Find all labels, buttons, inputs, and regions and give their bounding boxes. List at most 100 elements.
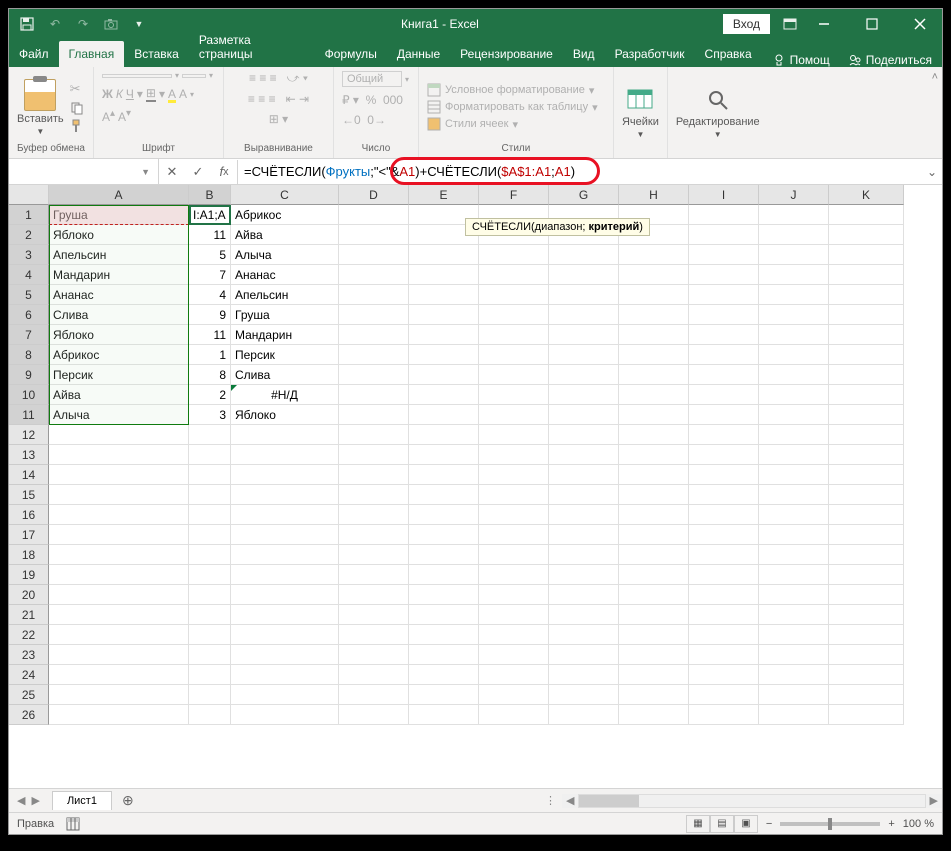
cell[interactable] <box>189 445 231 465</box>
row-header-14[interactable]: 14 <box>9 465 49 485</box>
cell[interactable] <box>409 385 479 405</box>
cell[interactable] <box>549 645 619 665</box>
cell[interactable] <box>339 705 409 725</box>
cell[interactable] <box>619 385 689 405</box>
cell[interactable]: 5 <box>189 245 231 265</box>
cell[interactable] <box>49 505 189 525</box>
cell[interactable]: Алыча <box>231 245 339 265</box>
row-header-3[interactable]: 3 <box>9 245 49 265</box>
macro-recorder-icon[interactable] <box>66 817 80 831</box>
tab-developer[interactable]: Разработчик <box>605 41 695 67</box>
cell[interactable] <box>231 585 339 605</box>
cell[interactable] <box>619 605 689 625</box>
cell[interactable] <box>231 565 339 585</box>
cell[interactable] <box>549 345 619 365</box>
cell[interactable] <box>479 265 549 285</box>
cell[interactable] <box>339 345 409 365</box>
cell[interactable]: #Н/Д <box>231 385 339 405</box>
cell[interactable] <box>619 465 689 485</box>
cell[interactable] <box>759 665 829 685</box>
cell[interactable] <box>479 385 549 405</box>
cell[interactable] <box>759 285 829 305</box>
cell[interactable]: 8 <box>189 365 231 385</box>
cell[interactable] <box>619 685 689 705</box>
column-headers[interactable]: ABCDEFGHIJK <box>49 185 904 205</box>
view-page-break-icon[interactable]: ▣ <box>734 815 758 833</box>
cell[interactable] <box>619 445 689 465</box>
cell[interactable] <box>409 485 479 505</box>
column-header-A[interactable]: A <box>49 185 189 205</box>
cell[interactable] <box>49 465 189 485</box>
cell[interactable] <box>339 425 409 445</box>
cell[interactable] <box>829 625 904 645</box>
cell[interactable] <box>689 485 759 505</box>
row-header-15[interactable]: 15 <box>9 485 49 505</box>
cell[interactable] <box>549 505 619 525</box>
cell[interactable] <box>479 285 549 305</box>
cell[interactable] <box>689 225 759 245</box>
row-header-6[interactable]: 6 <box>9 305 49 325</box>
cell[interactable] <box>549 385 619 405</box>
cell[interactable] <box>759 645 829 665</box>
cell[interactable] <box>409 425 479 445</box>
cell[interactable] <box>689 705 759 725</box>
cell[interactable] <box>409 345 479 365</box>
collapse-ribbon-icon[interactable]: ˄ <box>928 67 942 158</box>
cell[interactable] <box>231 605 339 625</box>
cell[interactable] <box>49 665 189 685</box>
cell[interactable] <box>549 485 619 505</box>
cell[interactable] <box>549 565 619 585</box>
cell[interactable]: I:A1;A <box>189 205 231 225</box>
cell[interactable] <box>829 285 904 305</box>
cell[interactable] <box>689 305 759 325</box>
row-header-8[interactable]: 8 <box>9 345 49 365</box>
view-normal-icon[interactable]: ▦ <box>686 815 710 833</box>
cell[interactable] <box>549 545 619 565</box>
cell[interactable] <box>409 445 479 465</box>
cell[interactable] <box>479 325 549 345</box>
cell[interactable]: 2 <box>189 385 231 405</box>
cell[interactable] <box>759 485 829 505</box>
cell[interactable] <box>689 425 759 445</box>
row-header-25[interactable]: 25 <box>9 685 49 705</box>
cell[interactable] <box>549 425 619 445</box>
cell[interactable] <box>189 585 231 605</box>
cell[interactable] <box>619 625 689 645</box>
cell[interactable] <box>759 525 829 545</box>
cell[interactable] <box>479 645 549 665</box>
name-box[interactable]: ▼ <box>9 159 159 184</box>
cell[interactable] <box>619 345 689 365</box>
cell[interactable]: 4 <box>189 285 231 305</box>
cell[interactable] <box>189 565 231 585</box>
cell[interactable] <box>479 625 549 645</box>
select-all-corner[interactable] <box>9 185 49 205</box>
cell[interactable] <box>49 565 189 585</box>
cell[interactable] <box>409 565 479 585</box>
cell[interactable] <box>759 505 829 525</box>
cell[interactable] <box>189 485 231 505</box>
cell[interactable] <box>339 685 409 705</box>
cell[interactable] <box>759 325 829 345</box>
cell[interactable] <box>189 545 231 565</box>
cell[interactable] <box>339 265 409 285</box>
cell[interactable] <box>829 585 904 605</box>
cell[interactable] <box>619 405 689 425</box>
cell[interactable]: Груша <box>231 305 339 325</box>
cell[interactable] <box>759 305 829 325</box>
cell[interactable] <box>549 685 619 705</box>
cell[interactable] <box>549 265 619 285</box>
tab-help[interactable]: Справка <box>695 41 762 67</box>
cell[interactable] <box>549 465 619 485</box>
row-header-4[interactable]: 4 <box>9 265 49 285</box>
cell[interactable]: Яблоко <box>231 405 339 425</box>
cell[interactable] <box>339 205 409 225</box>
cell[interactable]: 9 <box>189 305 231 325</box>
view-page-layout-icon[interactable]: ▤ <box>710 815 734 833</box>
row-header-17[interactable]: 17 <box>9 525 49 545</box>
row-headers[interactable]: 1234567891011121314151617181920212223242… <box>9 205 49 725</box>
cell[interactable] <box>829 465 904 485</box>
cell[interactable] <box>231 525 339 545</box>
column-header-I[interactable]: I <box>689 185 759 205</box>
cell[interactable] <box>231 465 339 485</box>
format-painter-icon[interactable] <box>70 119 84 133</box>
